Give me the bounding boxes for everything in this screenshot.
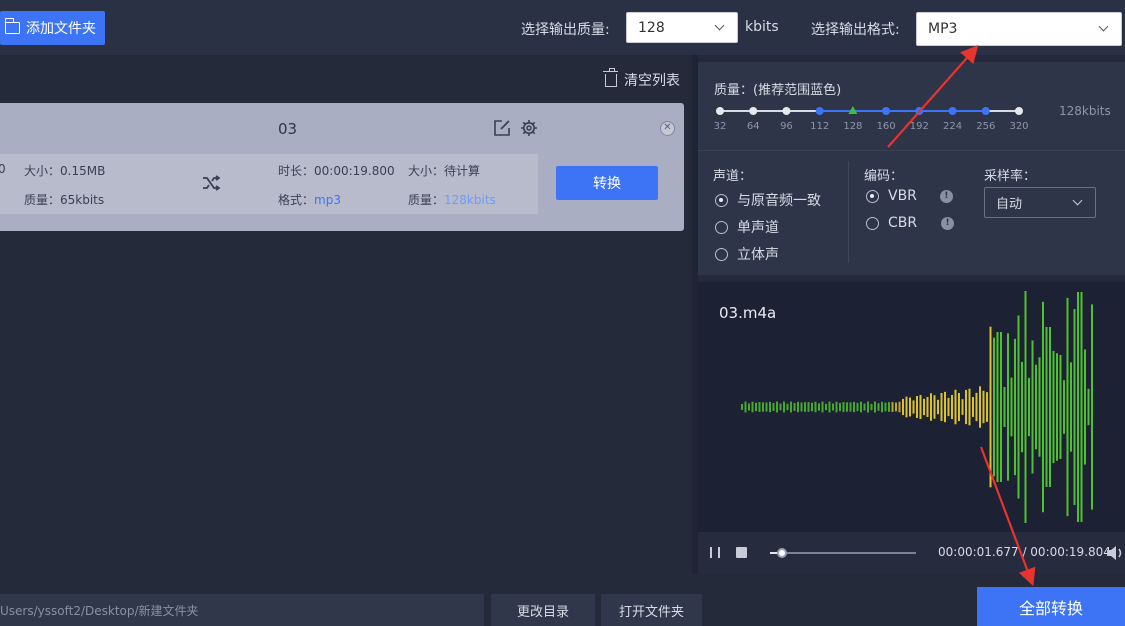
codec-option-vbr[interactable]: VBR !	[866, 188, 953, 204]
radio-checked	[866, 189, 879, 203]
source-size: 大小：0.15MB	[24, 164, 106, 178]
quality-select-value: 128	[638, 19, 665, 36]
file-title: 03	[278, 120, 298, 138]
time-separator: /	[1018, 545, 1031, 559]
remove-file-icon[interactable]: ✕	[660, 121, 675, 136]
radio-unchecked	[715, 247, 728, 261]
change-directory-button[interactable]: 更改目录	[491, 594, 595, 626]
quality-tick-label: 112	[810, 121, 830, 132]
folder-icon	[4, 18, 20, 34]
pause-icon[interactable]	[710, 547, 720, 558]
total-time: 00:00:19.804	[1030, 545, 1111, 559]
seek-track[interactable]	[770, 552, 916, 554]
chevron-down-icon	[714, 20, 725, 31]
channel-label: 声道：	[713, 169, 753, 184]
settings-vertical-separator	[848, 161, 849, 263]
radio-unchecked	[866, 216, 879, 230]
quality-readout: 128kbits	[1059, 104, 1111, 118]
file-index-partial: 0	[0, 162, 6, 176]
quality-tick-label: 96	[780, 121, 793, 132]
clear-list-button[interactable]: 清空列表	[603, 67, 680, 90]
trash-icon	[603, 67, 618, 87]
info-icon[interactable]: !	[939, 189, 953, 203]
sample-rate-label: 采样率：	[984, 169, 1037, 184]
convert-all-button[interactable]: 全部转换	[977, 587, 1125, 626]
quality-tick-label: 32	[713, 121, 727, 132]
codec-option-cbr[interactable]: CBR !	[866, 215, 955, 231]
settings-separator	[698, 150, 1125, 151]
chevron-down-icon	[1072, 195, 1083, 206]
quality-tick-label: 320	[1009, 121, 1029, 132]
quality-label: 选择输出质量:	[521, 22, 610, 38]
convert-button[interactable]: 转换	[556, 166, 658, 200]
output-quality-value: 128kbits	[444, 193, 496, 207]
info-icon[interactable]: !	[941, 216, 955, 230]
quality-tick-label: 224	[943, 121, 963, 132]
volume-icon[interactable]	[1106, 545, 1125, 561]
clear-list-label: 清空列表	[624, 73, 680, 89]
codec-option-label: VBR	[888, 188, 917, 204]
sample-rate-value: 自动	[996, 197, 1023, 212]
codec-label: 编码：	[864, 169, 904, 184]
channel-option-label: 立体声	[737, 247, 779, 263]
waveform-filename: 03.m4a	[719, 304, 777, 322]
output-quality: 质量：128kbits	[408, 191, 496, 208]
format-label: 选择输出格式:	[811, 22, 900, 38]
output-format-label: 格式：	[278, 193, 315, 207]
radio-unchecked	[715, 220, 728, 234]
source-quality: 质量：65kbits	[24, 193, 105, 207]
quality-range-title: 质量：(推荐范围蓝色)	[714, 83, 842, 98]
quality-tick-label: 192	[909, 121, 929, 132]
add-folder-label: 添加文件夹	[26, 21, 96, 37]
quality-tick-label: 160	[876, 121, 896, 132]
output-format-value: mp3	[314, 193, 341, 207]
quality-tick-label: 64	[746, 121, 760, 132]
output-duration: 时长：00:00:19.800	[278, 164, 395, 178]
time-readout: 00:00:01.677 / 00:00:19.804	[938, 545, 1111, 559]
gear-icon[interactable]	[520, 119, 538, 137]
output-format: 格式：mp3	[278, 191, 341, 208]
edit-icon[interactable]	[493, 119, 511, 137]
output-path: Users/yssoft2/Desktop/新建文件夹	[0, 603, 199, 618]
channel-option-mono[interactable]: 单声道	[715, 217, 779, 237]
output-size: 大小：待计算	[408, 164, 481, 178]
current-time: 00:00:01.677	[938, 545, 1019, 559]
quality-tick-label: 256	[976, 121, 996, 132]
shuffle-icon	[203, 175, 220, 191]
chevron-down-icon	[1098, 21, 1109, 32]
open-folder-button[interactable]: 打开文件夹	[601, 594, 702, 626]
channel-option-original[interactable]: 与原音频一致	[715, 190, 821, 210]
format-select[interactable]: MP3	[916, 12, 1122, 46]
quality-select[interactable]: 128	[626, 12, 738, 43]
channel-option-stereo[interactable]: 立体声	[715, 244, 779, 264]
stop-icon[interactable]	[736, 547, 747, 558]
add-folder-button[interactable]: 添加文件夹	[0, 11, 105, 45]
format-select-value: MP3	[928, 21, 958, 37]
quality-unit: kbits	[745, 19, 779, 35]
channel-option-label: 单声道	[737, 220, 779, 236]
codec-option-label: CBR	[888, 215, 918, 231]
sample-rate-select[interactable]: 自动	[984, 187, 1096, 218]
output-path-field[interactable]: Users/yssoft2/Desktop/新建文件夹	[0, 594, 484, 626]
radio-checked	[715, 193, 728, 207]
channel-option-label: 与原音频一致	[737, 193, 821, 209]
output-quality-label: 质量：	[408, 193, 445, 207]
quality-tick-label: 128	[843, 121, 863, 132]
